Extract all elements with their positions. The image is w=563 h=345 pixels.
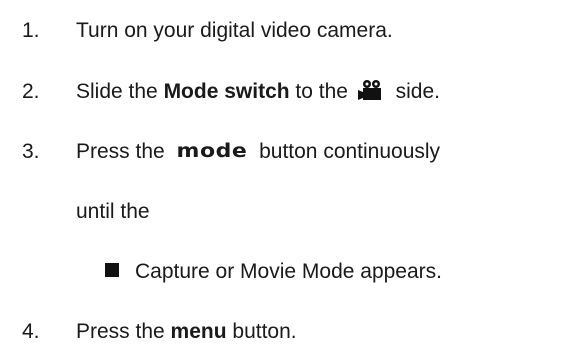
step-middle: to the [289,80,354,103]
step-prefix: Slide the [76,80,164,103]
step-text: Slide the Mode switch to the side. [76,79,440,108]
step-number: 1. [22,19,40,42]
step-continuation: until the [76,200,150,223]
mode-switch-label: Mode switch [163,80,290,103]
step-text: Press the mode button continuously [76,139,440,165]
step-number: 4. [22,320,40,343]
step-prefix: Press the [76,140,171,163]
step-text: Press the menu button. [76,319,297,345]
step-suffix: side. [389,80,440,103]
square-bullet-icon [105,263,119,277]
step-text: Turn on your digital video camera. [76,19,393,42]
mode-button-label: mode [176,140,248,163]
step-number: 3. [22,140,40,163]
bullet-text: Capture or Movie Mode appears. [135,260,442,283]
step-prefix: Press the [76,320,171,343]
step-suffix: button. [226,320,297,343]
step-suffix: button continuously [253,140,441,163]
instruction-document: 1. Turn on your digital video camera. 2.… [0,0,563,343]
step-number: 2. [22,80,40,103]
video-camera-icon [357,79,384,108]
menu-label: menu [170,320,227,343]
sub-bullet-item: Capture or Movie Mode appears. [105,259,442,285]
